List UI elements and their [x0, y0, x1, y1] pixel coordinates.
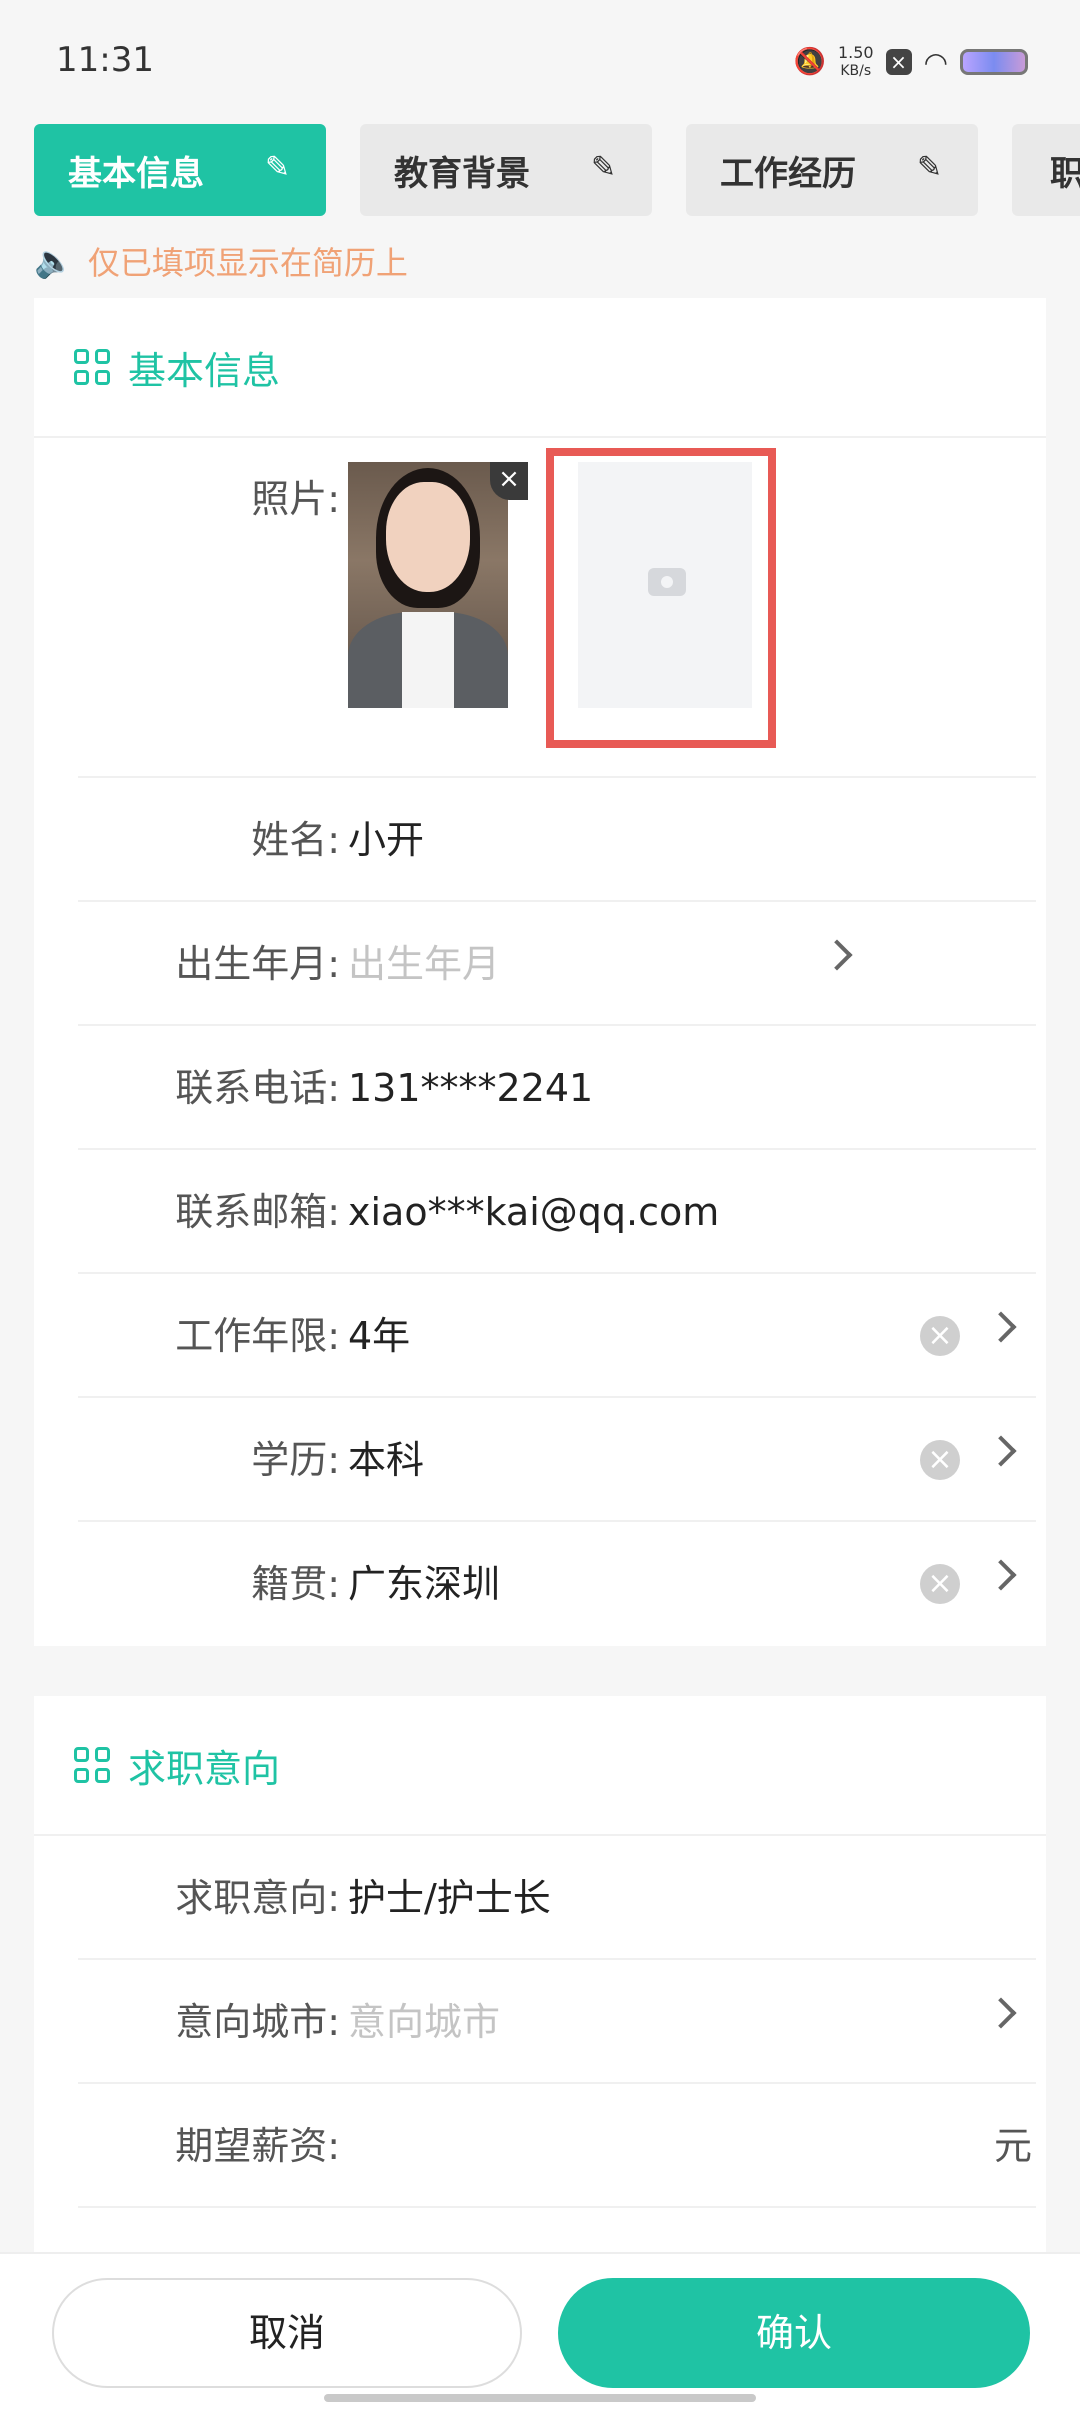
work-years-field[interactable]: 4年	[348, 1274, 410, 1398]
status-icons: 🔕 1.50 KB/s × ◠	[794, 44, 1028, 80]
email-field[interactable]: xiao***kai@qq.com	[348, 1150, 719, 1274]
cancel-button[interactable]: 取消	[52, 2278, 522, 2388]
edit-pencil-icon: ✎	[590, 150, 616, 185]
x-notification-icon: ×	[885, 49, 912, 75]
row-label: 求职意向:	[175, 1876, 340, 1920]
row-salary[interactable]: 期望薪资: 元	[78, 2084, 1036, 2208]
tab-label: 职	[1050, 153, 1080, 194]
photo-label: 照片:	[251, 477, 340, 521]
highlight-box	[546, 448, 776, 748]
mute-bell-icon: 🔕	[793, 47, 826, 77]
speaker-icon: 🔈	[34, 242, 74, 280]
clear-icon[interactable]: ×	[920, 1440, 960, 1480]
tab-work-experience[interactable]: 工作经历 ✎	[686, 124, 978, 216]
card-title: 基本信息	[128, 348, 281, 393]
salary-unit: 元	[993, 2124, 1032, 2168]
chevron-right-icon[interactable]	[985, 1435, 1017, 1467]
card-header: 求职意向	[34, 1696, 1046, 1836]
basic-info-card: 基本信息 照片: × 姓名: 小开 出生年月: 出生年月 联系电话: 131**…	[34, 298, 1046, 1646]
profile-photo[interactable]	[348, 462, 508, 708]
tab-education[interactable]: 教育背景 ✎	[360, 124, 652, 216]
network-speed: 1.50 KB/s	[838, 44, 874, 80]
clear-icon[interactable]: ×	[920, 1564, 960, 1604]
chevron-right-icon[interactable]	[985, 1559, 1017, 1591]
status-time: 11:31	[56, 40, 154, 80]
chevron-right-icon[interactable]	[985, 1997, 1017, 2029]
photo-shirt	[402, 612, 454, 708]
row-label: 籍贯:	[251, 1562, 340, 1606]
tab-label: 工作经历	[720, 153, 856, 194]
row-label: 联系邮箱:	[175, 1190, 340, 1234]
edit-pencil-icon: ✎	[264, 150, 290, 185]
wifi-icon: ◠	[923, 45, 948, 79]
bottom-action-bar: 取消 确认	[0, 2252, 1080, 2410]
chevron-right-icon[interactable]	[985, 1311, 1017, 1343]
city-field[interactable]: 意向城市	[348, 1960, 500, 2084]
job-intent-card: 求职意向 求职意向: 护士/护士长 意向城市: 意向城市 期望薪资: 元	[34, 1696, 1046, 2252]
network-speed-unit: KB/s	[840, 63, 872, 79]
row-job-intent[interactable]: 求职意向: 护士/护士长	[78, 1836, 1036, 1960]
photo-row: 照片: ×	[78, 438, 1036, 778]
job-intent-field[interactable]: 护士/护士长	[348, 1836, 551, 1960]
status-bar: 11:31 🔕 1.50 KB/s × ◠	[0, 0, 1080, 100]
notice-text: 仅已填项显示在简历上	[87, 244, 408, 282]
network-speed-value: 1.50	[837, 43, 874, 62]
confirm-button[interactable]: 确认	[558, 2278, 1030, 2388]
remove-photo-icon[interactable]: ×	[490, 462, 528, 500]
row-label: 期望薪资:	[175, 2124, 340, 2168]
birth-field[interactable]: 出生年月	[348, 902, 500, 1026]
phone-field[interactable]: 131****2241	[348, 1026, 593, 1150]
photo-face	[386, 482, 470, 592]
edit-pencil-icon: ✎	[916, 150, 942, 185]
battery-icon	[960, 49, 1028, 75]
card-title: 求职意向	[128, 1746, 281, 1791]
section-tabs: 基本信息 ✎ 教育背景 ✎ 工作经历 ✎ 职	[0, 124, 1080, 216]
tab-label: 基本信息	[68, 153, 204, 194]
row-name[interactable]: 姓名: 小开	[78, 778, 1036, 902]
tab-partial[interactable]: 职	[1012, 124, 1080, 216]
row-email[interactable]: 联系邮箱: xiao***kai@qq.com	[78, 1150, 1036, 1274]
grid-icon	[74, 349, 110, 385]
row-label: 意向城市:	[175, 2000, 340, 2044]
row-birth[interactable]: 出生年月: 出生年月	[78, 902, 1036, 1026]
card-header: 基本信息	[34, 298, 1046, 438]
row-label: 工作年限:	[175, 1314, 340, 1358]
row-label: 学历:	[251, 1438, 340, 1482]
row-label: 出生年月:	[175, 942, 340, 986]
chevron-right-icon[interactable]	[821, 939, 853, 971]
home-indicator	[324, 2394, 756, 2402]
row-work-years[interactable]: 工作年限: 4年 ×	[78, 1274, 1036, 1398]
row-label: 联系电话:	[175, 1066, 340, 1110]
clear-icon[interactable]: ×	[920, 1316, 960, 1356]
hometown-field[interactable]: 广东深圳	[348, 1522, 500, 1646]
row-city[interactable]: 意向城市: 意向城市	[78, 1960, 1036, 2084]
grid-icon	[74, 1747, 110, 1783]
education-field[interactable]: 本科	[348, 1398, 424, 1522]
notice-banner: 🔈 仅已填项显示在简历上	[34, 238, 408, 284]
tab-label: 教育背景	[394, 153, 530, 194]
row-hometown[interactable]: 籍贯: 广东深圳 ×	[78, 1522, 1036, 1646]
row-education[interactable]: 学历: 本科 ×	[78, 1398, 1036, 1522]
row-phone[interactable]: 联系电话: 131****2241	[78, 1026, 1036, 1150]
tab-basic-info[interactable]: 基本信息 ✎	[34, 124, 326, 216]
row-label: 姓名:	[251, 818, 340, 862]
name-field[interactable]: 小开	[348, 778, 424, 902]
